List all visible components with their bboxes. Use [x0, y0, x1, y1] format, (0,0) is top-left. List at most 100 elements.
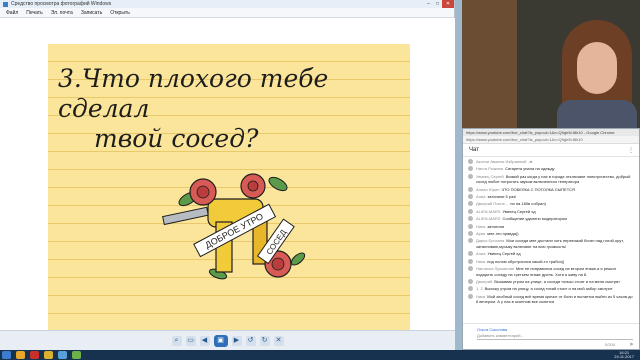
rotate-left-icon[interactable]: ↺	[245, 335, 256, 346]
chat-message[interactable]: Ника затопили	[463, 223, 639, 230]
close-icon[interactable]: ✕	[442, 0, 454, 8]
user-avatar[interactable]	[468, 173, 473, 179]
menu-print[interactable]: Печать	[26, 10, 42, 16]
user-avatar[interactable]	[468, 166, 473, 172]
message-text: Вызываю утром на улице, а соседи только …	[494, 278, 621, 284]
slideshow-icon[interactable]: ▣	[213, 334, 228, 347]
taskbar: 16:21 24.11.2017	[0, 350, 640, 360]
chat-message[interactable]: Настасья Лукьянова Мне не понравился сосе…	[463, 265, 639, 278]
user-avatar[interactable]	[468, 159, 473, 164]
message-author[interactable]: Ника	[476, 259, 485, 264]
rose-top-right-center	[247, 180, 259, 192]
chat-message[interactable]: ALIEN-MARS Увинец Сергей хд	[463, 208, 639, 215]
chat-message[interactable]: Настя Рыжина Сигарета упала на одежду	[463, 165, 639, 172]
viewer-title: Средство просмотра фотографий Windows	[11, 1, 112, 7]
chat-message-list[interactable]: Аксели Авжени Избранный .л Настя Рыжина Сиг…	[463, 158, 639, 323]
maximize-icon[interactable]: □	[433, 0, 442, 8]
chat-address-bar[interactable]: https://www.youtube.com/live_chat?is_pop…	[463, 136, 639, 144]
live-chat-window: https://www.youtube.com/live_chat?is_pop…	[462, 128, 640, 350]
send-icon[interactable]: ➤	[629, 341, 634, 348]
rotate-right-icon[interactable]: ↻	[259, 335, 270, 346]
message-text: Сигарета упала на одежду	[505, 166, 555, 172]
next-icon[interactable]: ▶	[231, 335, 242, 346]
start-icon[interactable]	[2, 351, 11, 359]
notebook-image: 3.Что плохого тебе сделал твой сосед? ДО…	[48, 44, 410, 340]
chat-message[interactable]: Дмитрий Вызываю утром на улице, а соседи …	[463, 278, 639, 285]
chat-message[interactable]: Ника Мой злобный сосед всё время кричит о…	[463, 293, 639, 306]
chat-message[interactable]: ALIEN-MARS Сообщение удалено модератором	[463, 215, 639, 222]
menu-email[interactable]: Эл. почта	[51, 10, 73, 16]
more-options-icon[interactable]: ⋮	[628, 147, 634, 154]
user-avatar[interactable]	[468, 231, 473, 237]
explorer-icon[interactable]	[16, 351, 25, 359]
user-avatar[interactable]	[468, 216, 473, 222]
menu-file[interactable]: Файл	[6, 10, 18, 16]
minimize-icon[interactable]: –	[424, 0, 433, 8]
message-author[interactable]: Аксели Авжени Избранный	[476, 159, 526, 164]
actual-size-icon[interactable]: ▭	[185, 335, 196, 346]
message-author[interactable]: Увинец Сергей	[476, 174, 504, 179]
chat-message[interactable]: Дарья Ерохина Мои соседи мне достали хоть…	[463, 237, 639, 250]
message-author[interactable]: Алиан Юрин	[476, 187, 500, 192]
chat-message[interactable]: Ника под полом обустроился какой-то трабо…	[463, 258, 639, 265]
chat-message[interactable]: Аксели Авжени Избранный .л	[463, 158, 639, 165]
chat-input-field[interactable]: Добавить комментарий...	[477, 333, 633, 340]
webcam-feed	[462, 0, 640, 128]
user-avatar[interactable]	[468, 286, 473, 292]
message-author[interactable]: 1, 2	[476, 286, 483, 291]
chat-input-author: Ольга Соколова	[477, 327, 508, 332]
message-author[interactable]: Дарья Ерохина	[476, 238, 504, 243]
delete-icon[interactable]: ✕	[273, 335, 284, 346]
image-canvas: 3.Что плохого тебе сделал твой сосед? ДО…	[0, 18, 455, 340]
clock-date: 24.11.2017	[614, 354, 634, 359]
webcam-person-face	[577, 42, 617, 94]
rose-bottom-right-center	[271, 257, 285, 271]
chat-message[interactable]: Ария мне это правда))	[463, 230, 639, 237]
user-avatar[interactable]	[468, 208, 473, 214]
menu-burn[interactable]: Записать	[81, 10, 102, 16]
message-text: Увинец Сергей хд	[487, 251, 521, 257]
previous-icon[interactable]: ◀	[199, 335, 210, 346]
chrome-icon[interactable]	[44, 351, 53, 359]
message-text: мне это правда))	[487, 231, 519, 237]
message-author[interactable]: Ария	[476, 231, 485, 236]
message-author[interactable]: Алиа	[476, 251, 485, 256]
chat-char-counter: 0/200	[604, 342, 615, 347]
zoom-icon[interactable]: ⌕	[171, 335, 182, 346]
photo-viewer-taskbar-icon[interactable]	[58, 351, 67, 359]
chat-message[interactable]: Алиа затопили 5 раз!	[463, 193, 639, 200]
user-avatar[interactable]	[468, 194, 473, 200]
message-author[interactable]: Алиа	[476, 194, 485, 199]
user-avatar[interactable]	[468, 278, 473, 284]
message-author[interactable]: ALIEN-MARS	[476, 209, 500, 214]
user-avatar[interactable]	[468, 258, 473, 264]
message-author[interactable]: Ника	[476, 294, 485, 299]
user-avatar[interactable]	[468, 238, 473, 244]
viewer-menu: Файл Печать Эл. почта Записать Открыть	[0, 8, 454, 18]
message-author[interactable]: Ника	[476, 224, 485, 229]
chat-message[interactable]: Алиан Юрин ЧТО ПОБЕЛКА С ПОТОЛКА СЫПЕТСЯ	[463, 186, 639, 193]
user-avatar[interactable]	[468, 223, 473, 229]
chat-message[interactable]: Дмитрий Поспе... ли на 180в собрал)	[463, 200, 639, 207]
opera-icon[interactable]	[30, 351, 39, 359]
message-author[interactable]: Настя Рыжина	[476, 166, 503, 171]
menu-open[interactable]: Открыть	[110, 10, 130, 16]
user-avatar[interactable]	[468, 266, 473, 272]
user-avatar[interactable]	[468, 201, 473, 207]
message-author[interactable]: Дмитрий	[476, 279, 492, 284]
system-clock[interactable]: 16:21 24.11.2017	[614, 350, 634, 360]
message-author[interactable]: ALIEN-MARS	[476, 216, 500, 221]
chat-message[interactable]: Увинец Сергей Всякий раз когда у нас в го…	[463, 173, 639, 186]
photo-viewer-window: Средство просмотра фотографий Windows – …	[0, 0, 455, 350]
user-avatar[interactable]	[468, 186, 473, 192]
chat-message[interactable]: 1, 2 Выхожу утром на улицу, а сосед тихий…	[463, 285, 639, 292]
user-avatar[interactable]	[468, 251, 473, 257]
app-icon[interactable]	[72, 351, 81, 359]
user-avatar[interactable]	[468, 293, 473, 299]
chat-header-title: Чат	[469, 147, 479, 153]
chat-message[interactable]: Алиа Увинец Сергей хд	[463, 250, 639, 257]
message-author[interactable]: Дмитрий Поспе...	[476, 201, 508, 206]
leaf-2	[268, 176, 288, 192]
question-heading: 3.Что плохого тебе сделал твой сосед?	[58, 64, 408, 154]
message-author[interactable]: Настасья Лукьянова	[476, 266, 514, 271]
